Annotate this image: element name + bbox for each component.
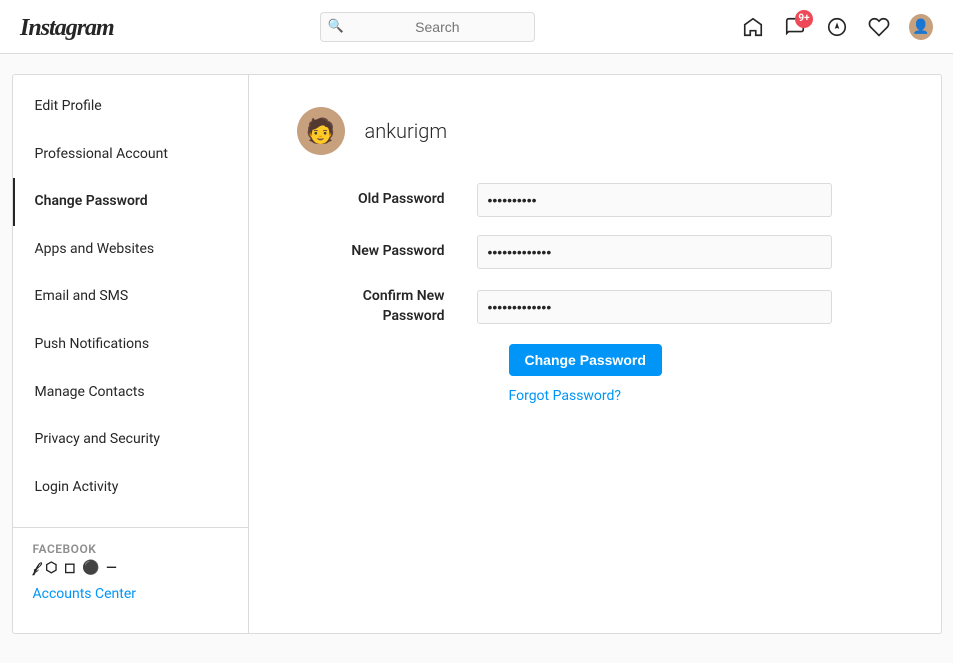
messenger-icon: ⬡ [45,560,58,576]
home-icon[interactable] [741,15,765,39]
search-icon: 🔍 [328,19,344,34]
oculus-icon: ― [106,560,117,576]
new-password-group: New Password [297,235,893,269]
accounts-center-link[interactable]: Accounts Center [33,586,137,602]
sidebar-item-change-password[interactable]: Change Password [13,178,248,226]
sidebar-item-edit-profile[interactable]: Edit Profile [13,83,248,131]
sidebar-item-login-activity[interactable]: Login Activity [13,464,248,512]
topnav: Instagram 🔍 9+ 👤 [0,0,953,54]
main-container: Edit Profile Professional Account Change… [12,74,942,634]
confirm-password-input[interactable] [477,290,832,324]
notifications-icon[interactable]: 9+ [783,15,807,39]
notification-badge: 9+ [795,10,813,28]
facebook-icon: 𝒻 [33,560,40,576]
instagram-logo[interactable]: Instagram [20,12,114,42]
confirm-password-label: Confirm NewPassword [297,287,477,326]
form-actions: Change Password Forgot Password? [509,344,893,404]
sidebar-item-email-and-sms[interactable]: Email and SMS [13,273,248,321]
sidebar-item-privacy-and-security[interactable]: Privacy and Security [13,416,248,464]
sidebar-item-push-notifications[interactable]: Push Notifications [13,321,248,369]
sidebar-item-manage-contacts[interactable]: Manage Contacts [13,369,248,417]
sidebar-item-apps-and-websites[interactable]: Apps and Websites [13,226,248,274]
search-container: 🔍 [320,12,535,42]
profile-avatar: 🧑 [297,107,345,155]
explore-icon[interactable] [825,15,849,39]
search-input[interactable] [320,12,535,42]
new-password-label: New Password [297,242,477,262]
confirm-password-group: Confirm NewPassword [297,287,893,326]
change-password-button[interactable]: Change Password [509,344,662,376]
instagram-icon2: ◻ [64,560,76,576]
profile-header: 🧑 ankurigm [297,107,893,155]
sidebar: Edit Profile Professional Account Change… [13,75,249,633]
heart-icon[interactable] [867,15,891,39]
facebook-social-icons: 𝒻 ⬡ ◻ ⚫ ― [33,560,228,576]
old-password-label: Old Password [297,190,477,210]
topnav-icons: 9+ 👤 [741,15,933,39]
facebook-section: FACEBOOK 𝒻 ⬡ ◻ ⚫ ― Accounts Center [13,527,248,610]
new-password-input[interactable] [477,235,832,269]
old-password-input[interactable] [477,183,832,217]
sidebar-item-professional-account[interactable]: Professional Account [13,131,248,179]
profile-username: ankurigm [365,119,448,143]
old-password-group: Old Password [297,183,893,217]
content-area: 🧑 ankurigm Old Password New Password Con… [249,75,941,633]
forgot-password-link[interactable]: Forgot Password? [509,388,622,404]
whatsapp-icon: ⚫ [82,560,100,576]
avatar-icon[interactable]: 👤 [909,15,933,39]
facebook-section-title: FACEBOOK 𝒻 ⬡ ◻ ⚫ ― [33,542,228,576]
user-avatar: 👤 [909,14,933,40]
